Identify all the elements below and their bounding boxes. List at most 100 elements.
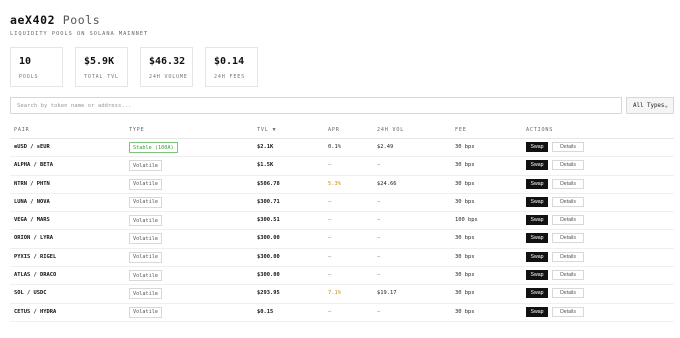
apr-value: — <box>328 308 332 315</box>
apr-value: — <box>328 217 332 224</box>
tvl-value: $300.00 <box>257 272 280 279</box>
pool-type-badge: Volatile <box>129 288 162 300</box>
stats-row: 10 POOLS $5.9K TOTAL TVL $46.32 24H VOLU… <box>10 47 258 87</box>
page-title-text: Pools <box>62 13 101 27</box>
col-header-pair[interactable]: PAIR <box>14 127 29 133</box>
swap-button[interactable]: Swap <box>526 306 548 317</box>
stat-value: 10 <box>19 56 32 67</box>
pair-name: ALPHA / BETA <box>14 162 53 169</box>
pair-name: ATLAS / DRACO <box>14 272 57 279</box>
pool-type-badge: Stable (100A) <box>129 142 178 153</box>
col-header-fee[interactable]: FEE <box>455 127 467 133</box>
pair-name: LUNA / NOVA <box>14 198 50 205</box>
pair-name: eUSD / sEUR <box>14 144 50 150</box>
volume-value: — <box>377 308 381 315</box>
pair-name: VEGA / MARS <box>14 217 50 224</box>
pair-name: PYXIS / RIGEL <box>14 253 57 260</box>
pair-name: ORION / LYRA <box>14 235 53 242</box>
stat-card-volume: $46.32 24H VOLUME <box>140 47 193 87</box>
details-button[interactable]: Details <box>552 196 584 207</box>
fee-value: 30 bps <box>455 290 475 297</box>
fee-value: 30 bps <box>455 198 475 205</box>
swap-button[interactable]: Swap <box>526 160 548 171</box>
table-row[interactable]: SOL / USDC Volatile $293.95 7.1% $19.17 30 bp… <box>10 285 674 304</box>
type-filter-value: All Types <box>633 102 665 109</box>
stat-value: $5.9K <box>84 56 115 67</box>
pool-type-badge: Volatile <box>129 215 162 227</box>
stat-label: POOLS <box>19 74 39 80</box>
pool-type-badge: Volatile <box>129 251 162 263</box>
table-row[interactable]: PYXIS / RIGEL Volatile $300.00 — — 30 bps Swap… <box>10 249 674 268</box>
table-row[interactable]: CETUS / HYDRA Volatile $0.15 — — 30 bps Swap De… <box>10 304 674 322</box>
swap-button[interactable]: Swap <box>526 178 548 189</box>
type-filter-select[interactable]: All Types ⌄ <box>626 97 674 114</box>
volume-value: — <box>377 217 381 224</box>
col-header-actions: ACTIONS <box>526 127 554 133</box>
apr-value: — <box>328 253 332 260</box>
col-header-type[interactable]: TYPE <box>129 127 144 133</box>
tvl-value: $300.71 <box>257 198 280 205</box>
brand-name: aeX402 <box>10 13 56 27</box>
details-button[interactable]: Details <box>552 270 584 281</box>
details-button[interactable]: Details <box>552 306 584 317</box>
swap-button[interactable]: Swap <box>526 288 548 299</box>
table-header: PAIR TYPE TVL ▼ APR 24H VOL FEE ACTIONS <box>10 121 674 139</box>
table-row[interactable]: VEGA / MARS Volatile $300.51 — — 100 bps Swap D… <box>10 212 674 231</box>
pool-type-badge: Volatile <box>129 233 162 245</box>
table-row[interactable]: ATLAS / DRACO Volatile $300.00 — — 30 bps Swap… <box>10 267 674 286</box>
apr-value: 0.1% <box>328 144 341 150</box>
tvl-value: $0.15 <box>257 308 274 315</box>
col-header-tvl[interactable]: TVL ▼ <box>257 127 276 133</box>
table-row[interactable]: ORION / LYRA Volatile $300.00 — — 30 bps Swap D… <box>10 230 674 249</box>
tvl-value: $300.00 <box>257 253 280 260</box>
table-row[interactable]: eUSD / sEUR Stable (100A) $2.1K 0.1% $2.49 30… <box>10 139 674 158</box>
table-row[interactable]: NTRN / PHTN Volatile $506.78 5.3% $24.66 30 b… <box>10 176 674 194</box>
tvl-value: $2.1K <box>257 144 274 150</box>
volume-value: $24.66 <box>377 180 397 187</box>
volume-value: — <box>377 235 381 242</box>
details-button[interactable]: Details <box>552 160 584 171</box>
col-header-apr[interactable]: APR <box>328 127 340 133</box>
fee-value: 100 bps <box>455 217 478 224</box>
stat-value: $46.32 <box>149 56 186 67</box>
details-button[interactable]: Details <box>552 178 584 189</box>
swap-button[interactable]: Swap <box>526 196 548 207</box>
swap-button[interactable]: Swap <box>526 270 548 281</box>
col-header-volume[interactable]: 24H VOL <box>377 127 404 133</box>
fee-value: 30 bps <box>455 180 475 187</box>
volume-value: — <box>377 253 381 260</box>
volume-value: $19.17 <box>377 290 397 297</box>
stat-label: 24H FEES <box>214 74 245 80</box>
apr-value: — <box>328 235 332 242</box>
tvl-value: $293.95 <box>257 290 280 297</box>
table-row[interactable]: ALPHA / BETA Volatile $1.5K — — 30 bps Swap Det… <box>10 157 674 176</box>
swap-button[interactable]: Swap <box>526 142 548 152</box>
apr-value: — <box>328 198 332 205</box>
details-button[interactable]: Details <box>552 215 584 226</box>
fee-value: 30 bps <box>455 308 475 315</box>
swap-button[interactable]: Swap <box>526 215 548 226</box>
fee-value: 30 bps <box>455 272 475 279</box>
table-body: eUSD / sEUR Stable (100A) $2.1K 0.1% $2.49 30… <box>10 139 674 322</box>
table-row[interactable]: LUNA / NOVA Volatile $300.71 — — 30 bps Swap De… <box>10 194 674 213</box>
swap-button[interactable]: Swap <box>526 251 548 262</box>
page-title: aeX402 Pools <box>10 13 100 27</box>
pool-type-badge: Volatile <box>129 178 162 190</box>
pair-name: SOL / USDC <box>14 290 47 297</box>
pair-name: CETUS / HYDRA <box>14 308 57 315</box>
pair-name: NTRN / PHTN <box>14 180 50 187</box>
tvl-value: $506.78 <box>257 180 280 187</box>
fee-value: 30 bps <box>455 144 475 150</box>
chevron-down-icon: ⌄ <box>664 102 668 109</box>
pools-table: PAIR TYPE TVL ▼ APR 24H VOL FEE ACTIONS … <box>10 121 674 322</box>
stat-card-pools: 10 POOLS <box>10 47 63 87</box>
details-button[interactable]: Details <box>552 251 584 262</box>
apr-value: — <box>328 272 332 279</box>
fee-value: 30 bps <box>455 253 475 260</box>
details-button[interactable]: Details <box>552 233 584 244</box>
details-button[interactable]: Details <box>552 288 584 299</box>
swap-button[interactable]: Swap <box>526 233 548 244</box>
details-button[interactable]: Details <box>552 142 584 152</box>
search-input[interactable] <box>10 97 622 114</box>
apr-value: 5.3% <box>328 180 341 187</box>
